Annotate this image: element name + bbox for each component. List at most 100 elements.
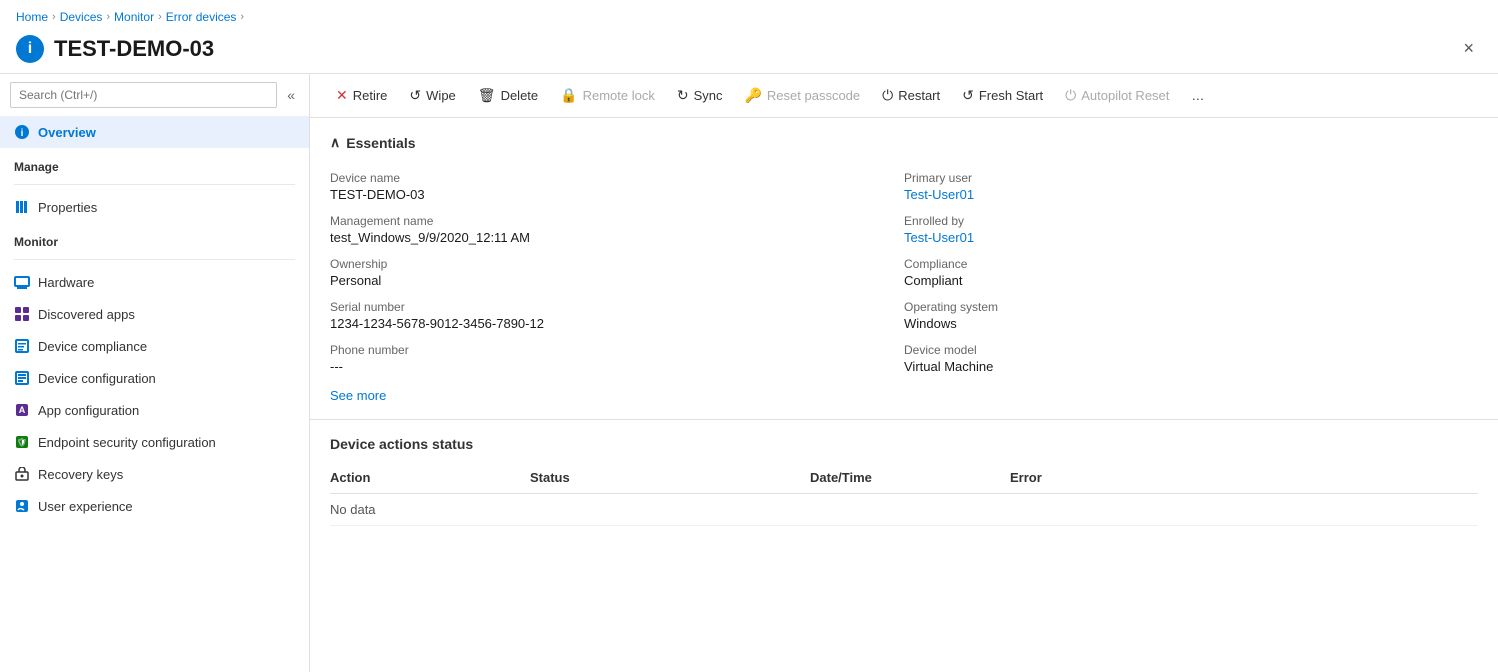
close-button[interactable]: × <box>1455 34 1482 63</box>
info-icon: i <box>16 35 44 63</box>
essentials-header[interactable]: ∧ Essentials <box>330 134 1478 151</box>
breadcrumb: Home › Devices › Monitor › Error devices… <box>0 0 1498 30</box>
sidebar-item-properties[interactable]: Properties <box>0 191 309 223</box>
appconfig-icon: A <box>14 402 30 418</box>
breadcrumb-monitor[interactable]: Monitor <box>114 10 154 24</box>
toolbar: ✕ Retire ↺ Wipe 🗑 Delete 🔒 Remote lock ↻… <box>310 74 1498 118</box>
device-actions-table: Action Status Date/Time Error No data <box>330 464 1478 526</box>
breadcrumb-home[interactable]: Home <box>16 10 48 24</box>
search-input[interactable] <box>10 82 277 108</box>
sidebar-search-area: « <box>0 74 309 116</box>
essentials-grid: Device name TEST-DEMO-03 Management name… <box>330 165 1478 380</box>
properties-icon <box>14 199 30 215</box>
field-enrolled-by: Enrolled by Test-User01 <box>904 208 1478 251</box>
breadcrumb-error-devices[interactable]: Error devices <box>166 10 237 24</box>
essentials-title: Essentials <box>346 135 415 151</box>
essentials-section: ∧ Essentials Device name TEST-DEMO-03 Ma… <box>310 118 1498 420</box>
retire-button[interactable]: ✕ Retire <box>326 82 397 109</box>
breadcrumb-devices[interactable]: Devices <box>60 10 103 24</box>
sidebar-item-app-configuration[interactable]: A App configuration <box>0 394 309 426</box>
delete-icon: 🗑 <box>478 87 496 104</box>
sidebar-label-recovery-keys: Recovery keys <box>38 467 123 482</box>
col-datetime: Date/Time <box>810 464 1010 494</box>
field-serial-number: Serial number 1234-1234-5678-9012-3456-7… <box>330 294 904 337</box>
field-device-model: Device model Virtual Machine <box>904 337 1478 380</box>
manage-divider <box>14 184 295 185</box>
sidebar-item-device-compliance[interactable]: Device compliance <box>0 330 309 362</box>
primary-user-link[interactable]: Test-User01 <box>904 187 1478 202</box>
endpoint-icon: 🛡 <box>14 434 30 450</box>
sidebar-item-user-experience[interactable]: User experience <box>0 490 309 522</box>
sidebar: « i Overview Manage Properties Monitor H… <box>0 74 310 672</box>
sync-button[interactable]: ↻ Sync <box>667 82 733 109</box>
field-device-name: Device name TEST-DEMO-03 <box>330 165 904 208</box>
sidebar-item-endpoint-security[interactable]: 🛡 Endpoint security configuration <box>0 426 309 458</box>
hardware-icon <box>14 274 30 290</box>
retire-icon: ✕ <box>336 87 348 104</box>
delete-button[interactable]: 🗑 Delete <box>468 82 548 109</box>
essentials-chevron: ∧ <box>330 134 340 151</box>
title-bar: i TEST-DEMO-03 × <box>0 30 1498 73</box>
col-error: Error <box>1010 464 1478 494</box>
see-more-link[interactable]: See more <box>330 388 386 403</box>
collapse-button[interactable]: « <box>283 83 299 107</box>
svg-text:🛡: 🛡 <box>17 438 27 447</box>
page-title: TEST-DEMO-03 <box>54 36 1455 62</box>
monitor-section-label: Monitor <box>0 223 309 253</box>
sidebar-label-endpoint-security: Endpoint security configuration <box>38 435 216 450</box>
autopilot-icon: ⏻ <box>1065 87 1076 104</box>
sidebar-label-properties: Properties <box>38 200 97 215</box>
sidebar-item-overview[interactable]: i Overview <box>0 116 309 148</box>
main-layout: « i Overview Manage Properties Monitor H… <box>0 73 1498 672</box>
reset-passcode-icon: 🔑 <box>744 87 761 104</box>
svg-text:A: A <box>19 405 26 415</box>
compliance-icon <box>14 338 30 354</box>
wipe-button[interactable]: ↺ Wipe <box>399 82 465 109</box>
config-icon <box>14 370 30 386</box>
content-area: ✕ Retire ↺ Wipe 🗑 Delete 🔒 Remote lock ↻… <box>310 74 1498 672</box>
enrolled-by-link[interactable]: Test-User01 <box>904 230 1478 245</box>
field-phone-number: Phone number --- <box>330 337 904 380</box>
remote-lock-button[interactable]: 🔒 Remote lock <box>550 82 665 109</box>
sidebar-item-label: Overview <box>38 125 96 140</box>
more-button[interactable]: … <box>1181 83 1214 108</box>
sidebar-label-device-compliance: Device compliance <box>38 339 147 354</box>
field-management-name: Management name test_Windows_9/9/2020_12… <box>330 208 904 251</box>
recovery-icon <box>14 466 30 482</box>
col-status: Status <box>530 464 810 494</box>
no-data-cell: No data <box>330 494 1478 526</box>
field-ownership: Ownership Personal <box>330 251 904 294</box>
field-primary-user: Primary user Test-User01 <box>904 165 1478 208</box>
device-actions-title: Device actions status <box>330 436 1478 452</box>
experience-icon <box>14 498 30 514</box>
essentials-left-col: Device name TEST-DEMO-03 Management name… <box>330 165 904 380</box>
sidebar-label-discovered-apps: Discovered apps <box>38 307 135 322</box>
table-row-no-data: No data <box>330 494 1478 526</box>
col-action: Action <box>330 464 530 494</box>
fresh-start-icon: ↺ <box>962 87 974 104</box>
overview-icon: i <box>14 124 30 140</box>
sidebar-label-app-configuration: App configuration <box>38 403 139 418</box>
sidebar-label-user-experience: User experience <box>38 499 133 514</box>
sidebar-item-device-configuration[interactable]: Device configuration <box>0 362 309 394</box>
sidebar-label-hardware: Hardware <box>38 275 94 290</box>
sidebar-label-device-configuration: Device configuration <box>38 371 156 386</box>
wipe-icon: ↺ <box>409 87 421 104</box>
apps-icon <box>14 306 30 322</box>
restart-icon: ⏻ <box>882 87 893 104</box>
sidebar-item-recovery-keys[interactable]: Recovery keys <box>0 458 309 490</box>
remote-lock-icon: 🔒 <box>560 87 577 104</box>
essentials-right-col: Primary user Test-User01 Enrolled by Tes… <box>904 165 1478 380</box>
sidebar-item-hardware[interactable]: Hardware <box>0 266 309 298</box>
restart-button[interactable]: ⏻ Restart <box>872 82 950 109</box>
device-actions-section: Device actions status Action Status Date… <box>310 420 1498 542</box>
field-compliance: Compliance Compliant <box>904 251 1478 294</box>
sync-icon: ↻ <box>677 87 689 104</box>
svg-text:i: i <box>21 128 24 139</box>
manage-section-label: Manage <box>0 148 309 178</box>
fresh-start-button[interactable]: ↺ Fresh Start <box>952 82 1053 109</box>
autopilot-reset-button[interactable]: ⏻ Autopilot Reset <box>1055 82 1179 109</box>
sidebar-item-discovered-apps[interactable]: Discovered apps <box>0 298 309 330</box>
monitor-divider <box>14 259 295 260</box>
reset-passcode-button[interactable]: 🔑 Reset passcode <box>734 82 870 109</box>
